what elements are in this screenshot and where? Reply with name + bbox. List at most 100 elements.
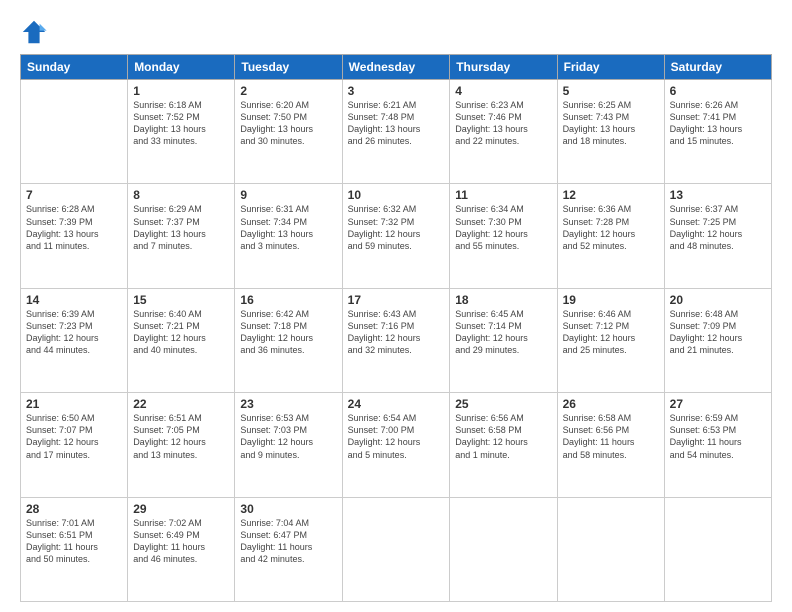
day-number: 9 [240,188,336,202]
day-number: 29 [133,502,229,516]
day-number: 8 [133,188,229,202]
day-info: Sunrise: 6:40 AM Sunset: 7:21 PM Dayligh… [133,308,229,357]
day-number: 27 [670,397,766,411]
day-cell: 17Sunrise: 6:43 AM Sunset: 7:16 PM Dayli… [342,288,450,392]
day-cell: 24Sunrise: 6:54 AM Sunset: 7:00 PM Dayli… [342,393,450,497]
day-info: Sunrise: 6:21 AM Sunset: 7:48 PM Dayligh… [348,99,445,148]
day-number: 17 [348,293,445,307]
day-number: 14 [26,293,122,307]
day-info: Sunrise: 7:01 AM Sunset: 6:51 PM Dayligh… [26,517,122,566]
day-info: Sunrise: 6:42 AM Sunset: 7:18 PM Dayligh… [240,308,336,357]
day-cell: 13Sunrise: 6:37 AM Sunset: 7:25 PM Dayli… [664,184,771,288]
day-info: Sunrise: 6:32 AM Sunset: 7:32 PM Dayligh… [348,203,445,252]
day-number: 25 [455,397,551,411]
day-number: 28 [26,502,122,516]
day-cell: 27Sunrise: 6:59 AM Sunset: 6:53 PM Dayli… [664,393,771,497]
day-number: 4 [455,84,551,98]
day-info: Sunrise: 6:37 AM Sunset: 7:25 PM Dayligh… [670,203,766,252]
header-row: SundayMondayTuesdayWednesdayThursdayFrid… [21,55,772,80]
day-number: 7 [26,188,122,202]
page: SundayMondayTuesdayWednesdayThursdayFrid… [0,0,792,612]
day-number: 13 [670,188,766,202]
day-info: Sunrise: 6:39 AM Sunset: 7:23 PM Dayligh… [26,308,122,357]
day-info: Sunrise: 6:31 AM Sunset: 7:34 PM Dayligh… [240,203,336,252]
day-cell: 23Sunrise: 6:53 AM Sunset: 7:03 PM Dayli… [235,393,342,497]
day-cell: 19Sunrise: 6:46 AM Sunset: 7:12 PM Dayli… [557,288,664,392]
day-info: Sunrise: 6:28 AM Sunset: 7:39 PM Dayligh… [26,203,122,252]
logo [20,18,50,46]
day-cell: 1Sunrise: 6:18 AM Sunset: 7:52 PM Daylig… [128,80,235,184]
day-cell: 10Sunrise: 6:32 AM Sunset: 7:32 PM Dayli… [342,184,450,288]
day-cell [664,497,771,601]
day-info: Sunrise: 6:25 AM Sunset: 7:43 PM Dayligh… [563,99,659,148]
day-info: Sunrise: 7:04 AM Sunset: 6:47 PM Dayligh… [240,517,336,566]
col-header-saturday: Saturday [664,55,771,80]
day-number: 23 [240,397,336,411]
logo-icon [20,18,48,46]
day-info: Sunrise: 6:45 AM Sunset: 7:14 PM Dayligh… [455,308,551,357]
day-number: 2 [240,84,336,98]
day-number: 22 [133,397,229,411]
day-number: 19 [563,293,659,307]
day-cell [557,497,664,601]
day-number: 16 [240,293,336,307]
week-row-1: 1Sunrise: 6:18 AM Sunset: 7:52 PM Daylig… [21,80,772,184]
day-cell: 21Sunrise: 6:50 AM Sunset: 7:07 PM Dayli… [21,393,128,497]
day-info: Sunrise: 6:54 AM Sunset: 7:00 PM Dayligh… [348,412,445,461]
day-cell [342,497,450,601]
day-number: 3 [348,84,445,98]
day-info: Sunrise: 6:53 AM Sunset: 7:03 PM Dayligh… [240,412,336,461]
day-number: 10 [348,188,445,202]
day-number: 6 [670,84,766,98]
day-cell: 2Sunrise: 6:20 AM Sunset: 7:50 PM Daylig… [235,80,342,184]
day-cell [21,80,128,184]
day-number: 26 [563,397,659,411]
day-number: 20 [670,293,766,307]
day-number: 12 [563,188,659,202]
col-header-monday: Monday [128,55,235,80]
day-cell: 8Sunrise: 6:29 AM Sunset: 7:37 PM Daylig… [128,184,235,288]
header [20,18,772,46]
day-cell: 7Sunrise: 6:28 AM Sunset: 7:39 PM Daylig… [21,184,128,288]
day-cell: 15Sunrise: 6:40 AM Sunset: 7:21 PM Dayli… [128,288,235,392]
col-header-friday: Friday [557,55,664,80]
week-row-2: 7Sunrise: 6:28 AM Sunset: 7:39 PM Daylig… [21,184,772,288]
day-cell [450,497,557,601]
day-number: 24 [348,397,445,411]
day-info: Sunrise: 6:48 AM Sunset: 7:09 PM Dayligh… [670,308,766,357]
day-cell: 3Sunrise: 6:21 AM Sunset: 7:48 PM Daylig… [342,80,450,184]
day-cell: 5Sunrise: 6:25 AM Sunset: 7:43 PM Daylig… [557,80,664,184]
day-cell: 4Sunrise: 6:23 AM Sunset: 7:46 PM Daylig… [450,80,557,184]
day-number: 18 [455,293,551,307]
day-number: 21 [26,397,122,411]
day-cell: 12Sunrise: 6:36 AM Sunset: 7:28 PM Dayli… [557,184,664,288]
day-info: Sunrise: 6:29 AM Sunset: 7:37 PM Dayligh… [133,203,229,252]
day-info: Sunrise: 6:58 AM Sunset: 6:56 PM Dayligh… [563,412,659,461]
day-info: Sunrise: 6:23 AM Sunset: 7:46 PM Dayligh… [455,99,551,148]
day-info: Sunrise: 6:26 AM Sunset: 7:41 PM Dayligh… [670,99,766,148]
day-number: 5 [563,84,659,98]
day-number: 1 [133,84,229,98]
day-info: Sunrise: 6:51 AM Sunset: 7:05 PM Dayligh… [133,412,229,461]
day-cell: 29Sunrise: 7:02 AM Sunset: 6:49 PM Dayli… [128,497,235,601]
day-info: Sunrise: 6:20 AM Sunset: 7:50 PM Dayligh… [240,99,336,148]
day-cell: 22Sunrise: 6:51 AM Sunset: 7:05 PM Dayli… [128,393,235,497]
day-cell: 18Sunrise: 6:45 AM Sunset: 7:14 PM Dayli… [450,288,557,392]
day-cell: 25Sunrise: 6:56 AM Sunset: 6:58 PM Dayli… [450,393,557,497]
day-cell: 14Sunrise: 6:39 AM Sunset: 7:23 PM Dayli… [21,288,128,392]
day-cell: 30Sunrise: 7:04 AM Sunset: 6:47 PM Dayli… [235,497,342,601]
day-cell: 9Sunrise: 6:31 AM Sunset: 7:34 PM Daylig… [235,184,342,288]
day-cell: 11Sunrise: 6:34 AM Sunset: 7:30 PM Dayli… [450,184,557,288]
day-info: Sunrise: 6:56 AM Sunset: 6:58 PM Dayligh… [455,412,551,461]
day-cell: 20Sunrise: 6:48 AM Sunset: 7:09 PM Dayli… [664,288,771,392]
day-number: 30 [240,502,336,516]
col-header-thursday: Thursday [450,55,557,80]
day-info: Sunrise: 6:18 AM Sunset: 7:52 PM Dayligh… [133,99,229,148]
day-info: Sunrise: 6:50 AM Sunset: 7:07 PM Dayligh… [26,412,122,461]
week-row-5: 28Sunrise: 7:01 AM Sunset: 6:51 PM Dayli… [21,497,772,601]
day-info: Sunrise: 6:36 AM Sunset: 7:28 PM Dayligh… [563,203,659,252]
day-info: Sunrise: 7:02 AM Sunset: 6:49 PM Dayligh… [133,517,229,566]
day-cell: 26Sunrise: 6:58 AM Sunset: 6:56 PM Dayli… [557,393,664,497]
calendar-table: SundayMondayTuesdayWednesdayThursdayFrid… [20,54,772,602]
day-info: Sunrise: 6:59 AM Sunset: 6:53 PM Dayligh… [670,412,766,461]
